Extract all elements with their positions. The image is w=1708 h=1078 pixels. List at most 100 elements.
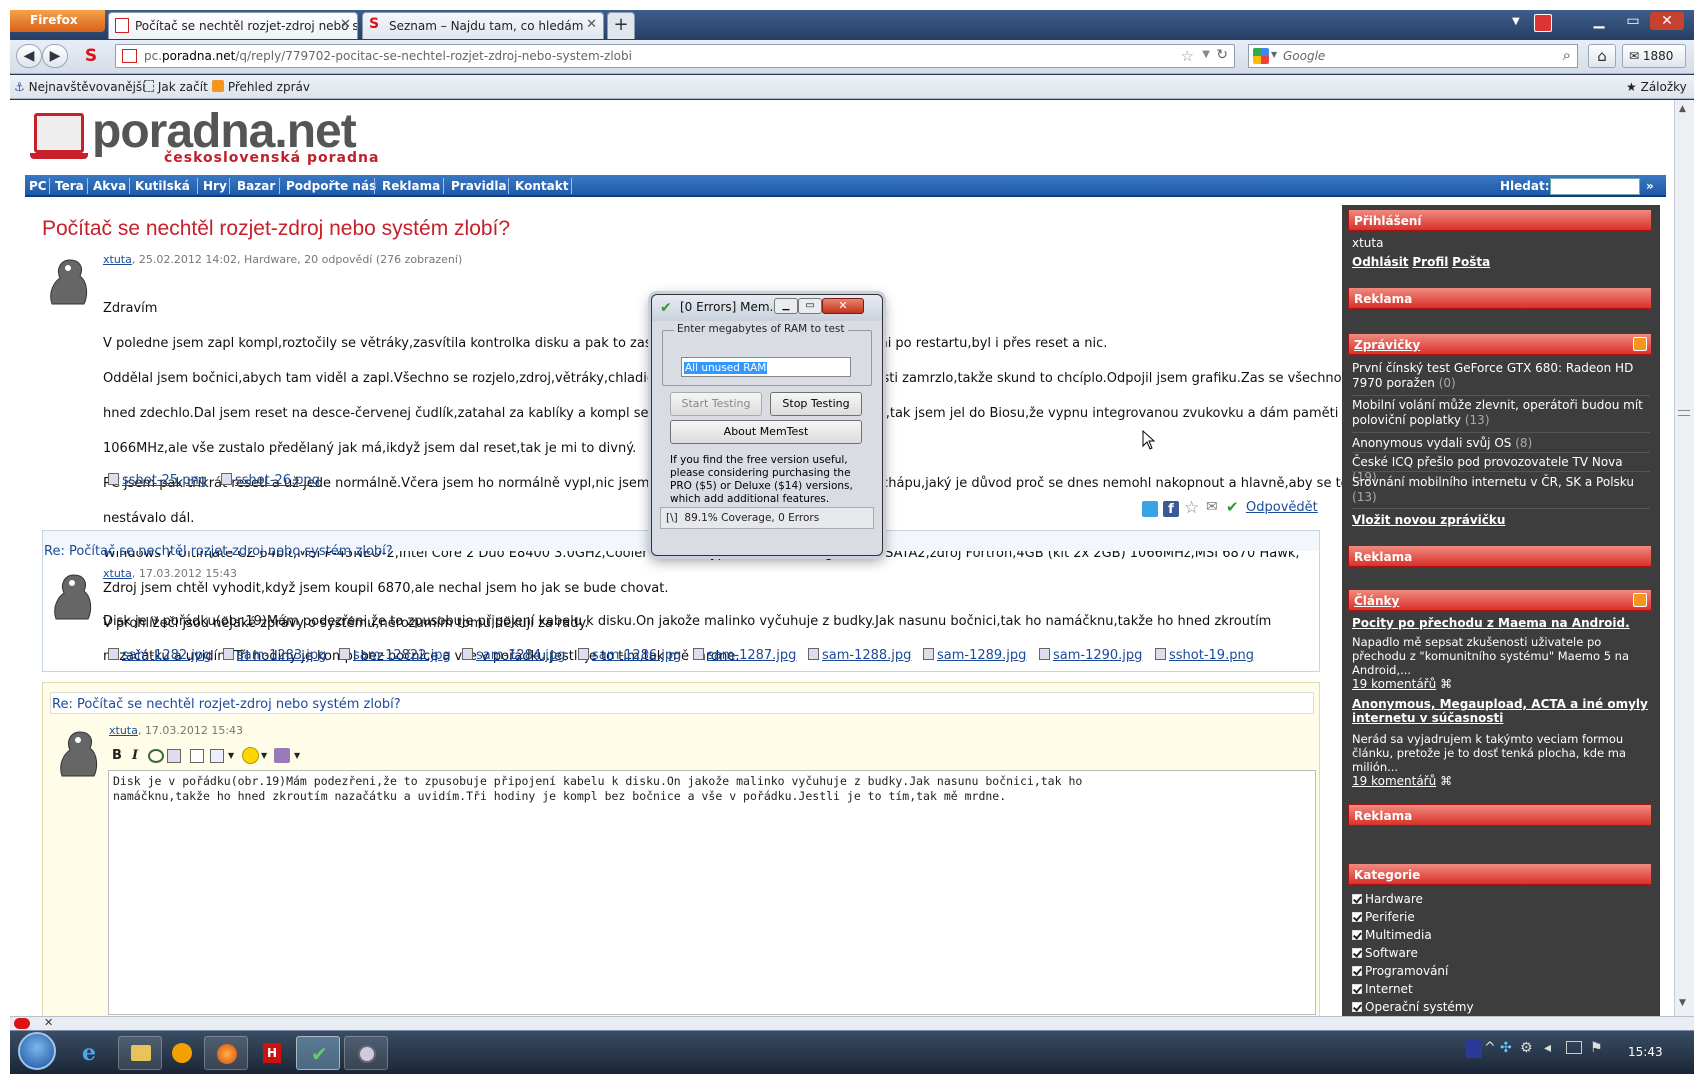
dialog-minimize-button[interactable]: ▁	[774, 298, 798, 314]
dialog-close-button[interactable]: ✕	[822, 298, 864, 314]
rss-icon[interactable]	[1633, 337, 1647, 351]
about-memtest-button[interactable]: About MemTest	[670, 420, 862, 444]
tray-antivirus-icon[interactable]	[1466, 1040, 1482, 1058]
articles-header[interactable]: Články	[1348, 589, 1652, 611]
dialog-maximize-button[interactable]: ▭	[798, 298, 822, 314]
smiley-icon[interactable]	[242, 747, 259, 764]
nav-item-hry[interactable]: Hry	[203, 179, 227, 193]
nav-item-pravidla[interactable]: Pravidla	[451, 179, 507, 193]
engine-dropdown-icon[interactable]: ▼	[1271, 50, 1277, 59]
taskbar-clock[interactable]: 15:43	[1628, 1045, 1663, 1059]
taskbar-memtest-icon[interactable]: ✔	[296, 1036, 340, 1070]
reply-link[interactable]: Odpovědět	[1246, 500, 1318, 515]
maximize-button[interactable]: ▭	[1616, 12, 1650, 32]
start-button[interactable]	[18, 1032, 56, 1070]
quote-icon[interactable]	[190, 749, 204, 763]
site-search-button[interactable]: »	[1646, 179, 1654, 193]
nav-item-podporte[interactable]: Podpořte nás	[286, 179, 376, 193]
avatar[interactable]	[44, 252, 90, 308]
news-header[interactable]: Zprávičky	[1348, 333, 1652, 355]
tab-poradna[interactable]: Počítač se nechtěl rozjet-zdroj nebo s..…	[108, 12, 358, 39]
news-item[interactable]: První čínský test GeForce GTX 680: Radeo…	[1352, 361, 1648, 391]
avatar[interactable]	[48, 567, 94, 623]
favorite-star-icon[interactable]: ☆	[1184, 498, 1199, 518]
twitter-icon[interactable]	[1142, 501, 1158, 517]
ram-input[interactable]: All unused RAM	[681, 357, 851, 377]
tray-display-icon[interactable]	[1566, 1041, 1582, 1054]
attachment-link[interactable]: sshot-26.png	[221, 473, 320, 488]
minimize-button[interactable]: ▁	[1582, 12, 1616, 32]
search-icon[interactable]: ⌕	[1563, 46, 1571, 64]
scroll-down-icon[interactable]: ▼	[1679, 998, 1686, 1008]
news-item[interactable]: Srovnání mobilního internetu v ČR, SK a …	[1352, 475, 1648, 505]
tray-tool-icon[interactable]: ⚙	[1520, 1040, 1533, 1056]
scroll-thumb[interactable]	[1678, 410, 1690, 416]
scroll-up-icon[interactable]: ▲	[1679, 104, 1686, 114]
attachment-link[interactable]: sam-1287.jpg	[693, 648, 796, 663]
tray-volume-icon[interactable]: ◂	[1544, 1040, 1551, 1056]
author-link[interactable]: xtuta	[103, 567, 132, 580]
italic-button[interactable]: I	[132, 748, 138, 763]
attachment-link[interactable]: sam-1286.jpg	[578, 648, 681, 663]
tab-seznam[interactable]: S Seznam – Najdu tam, co hledám ✕	[362, 12, 604, 39]
media-insert-icon[interactable]	[274, 748, 290, 763]
attachment-link[interactable]: sam-1288.jpg	[808, 648, 911, 663]
site-search-input[interactable]	[1550, 178, 1640, 195]
url-dropdown-icon[interactable]: ▼	[1202, 49, 1210, 60]
facebook-icon[interactable]: f	[1163, 501, 1179, 517]
checkbox[interactable]	[1352, 984, 1362, 994]
bookmark-star-icon[interactable]: ☆	[1181, 47, 1194, 65]
taskbar-app-icon[interactable]	[160, 1036, 204, 1070]
attachment-link[interactable]: sam-1283.jpg	[223, 648, 326, 663]
taskbar-firefox-icon[interactable]	[204, 1036, 248, 1070]
article-title-link[interactable]: Anonymous, Megaupload, ACTA a iné omyly …	[1352, 697, 1648, 725]
taskbar-red-app-icon[interactable]: H	[250, 1036, 294, 1070]
add-news-link[interactable]: Vložit novou zprávičku	[1352, 513, 1648, 528]
back-button[interactable]: ◀	[16, 44, 42, 68]
home-button[interactable]: ⌂	[1588, 44, 1616, 68]
adblock-icon[interactable]	[14, 1018, 30, 1029]
firefox-menu-button[interactable]: Firefox	[10, 10, 105, 32]
checkbox[interactable]	[1352, 930, 1362, 940]
logout-link[interactable]: Odhlásit	[1352, 255, 1409, 269]
search-input[interactable]: ▼ Google ⌕	[1248, 44, 1578, 68]
attachment-link[interactable]: sam-1289.jpg	[923, 648, 1026, 663]
tab-close-icon[interactable]: ✕	[586, 17, 597, 32]
category-item[interactable]: Periferie	[1352, 910, 1648, 925]
bookmarks-menu[interactable]: ★ Záložky	[1626, 80, 1687, 94]
email-share-icon[interactable]: ✉	[1206, 499, 1218, 515]
list-dropdown-icon[interactable]: ▼	[228, 751, 234, 760]
author-link[interactable]: xtuta	[109, 724, 138, 737]
tray-expand-icon[interactable]: ^	[1484, 1040, 1496, 1056]
addon-bar-close-icon[interactable]: ✕	[44, 1016, 53, 1029]
profile-link[interactable]: Profil	[1412, 255, 1448, 269]
attachment-link[interactable]: sam-1290.jpg	[1039, 648, 1142, 663]
nav-item-tera[interactable]: Tera	[55, 179, 84, 193]
close-window-button[interactable]: ✕	[1650, 12, 1684, 30]
article-comments-link[interactable]: 19 komentářů ⌘	[1352, 677, 1648, 692]
reply-textarea[interactable]: Disk je v pořádku(obr.19)Mám podezřeni,ž…	[108, 770, 1316, 1015]
checkbox[interactable]	[1352, 912, 1362, 922]
seznam-toolbar-icon[interactable]: S	[80, 46, 102, 66]
category-item[interactable]: Operační systémy	[1352, 1000, 1648, 1015]
tray-app-icon[interactable]: ✣	[1500, 1040, 1512, 1056]
category-item[interactable]: Multimedia	[1352, 928, 1648, 943]
checkbox[interactable]	[1352, 1002, 1362, 1012]
mail-link[interactable]: Pošta	[1452, 255, 1490, 269]
reload-icon[interactable]: ↻	[1216, 47, 1228, 63]
news-item[interactable]: Anonymous vydali svůj OS (8)	[1352, 436, 1648, 451]
mail-button[interactable]: ✉ 1880	[1622, 44, 1686, 68]
vertical-scrollbar[interactable]: ▲ ▼	[1674, 100, 1694, 1030]
article-title-link[interactable]: Pocity po přechodu z Maema na Android.	[1352, 616, 1648, 631]
category-item[interactable]: Programování	[1352, 964, 1648, 979]
nav-item-reklama[interactable]: Reklama	[382, 179, 440, 193]
nav-item-kontakt[interactable]: Kontakt	[515, 179, 568, 193]
bookmark-news[interactable]: Přehled zpráv	[212, 80, 310, 94]
start-testing-button[interactable]: Start Testing	[670, 392, 762, 416]
article-comments-link[interactable]: 19 komentářů ⌘	[1352, 774, 1648, 789]
category-item[interactable]: Software	[1352, 946, 1648, 961]
tab-list-icon[interactable]: ▼	[1512, 16, 1520, 27]
smiley-dropdown-icon[interactable]: ▼	[261, 751, 267, 760]
taskbar-ie-icon[interactable]: e	[70, 1036, 114, 1070]
nav-item-kutilska[interactable]: Kutilská	[135, 179, 190, 193]
